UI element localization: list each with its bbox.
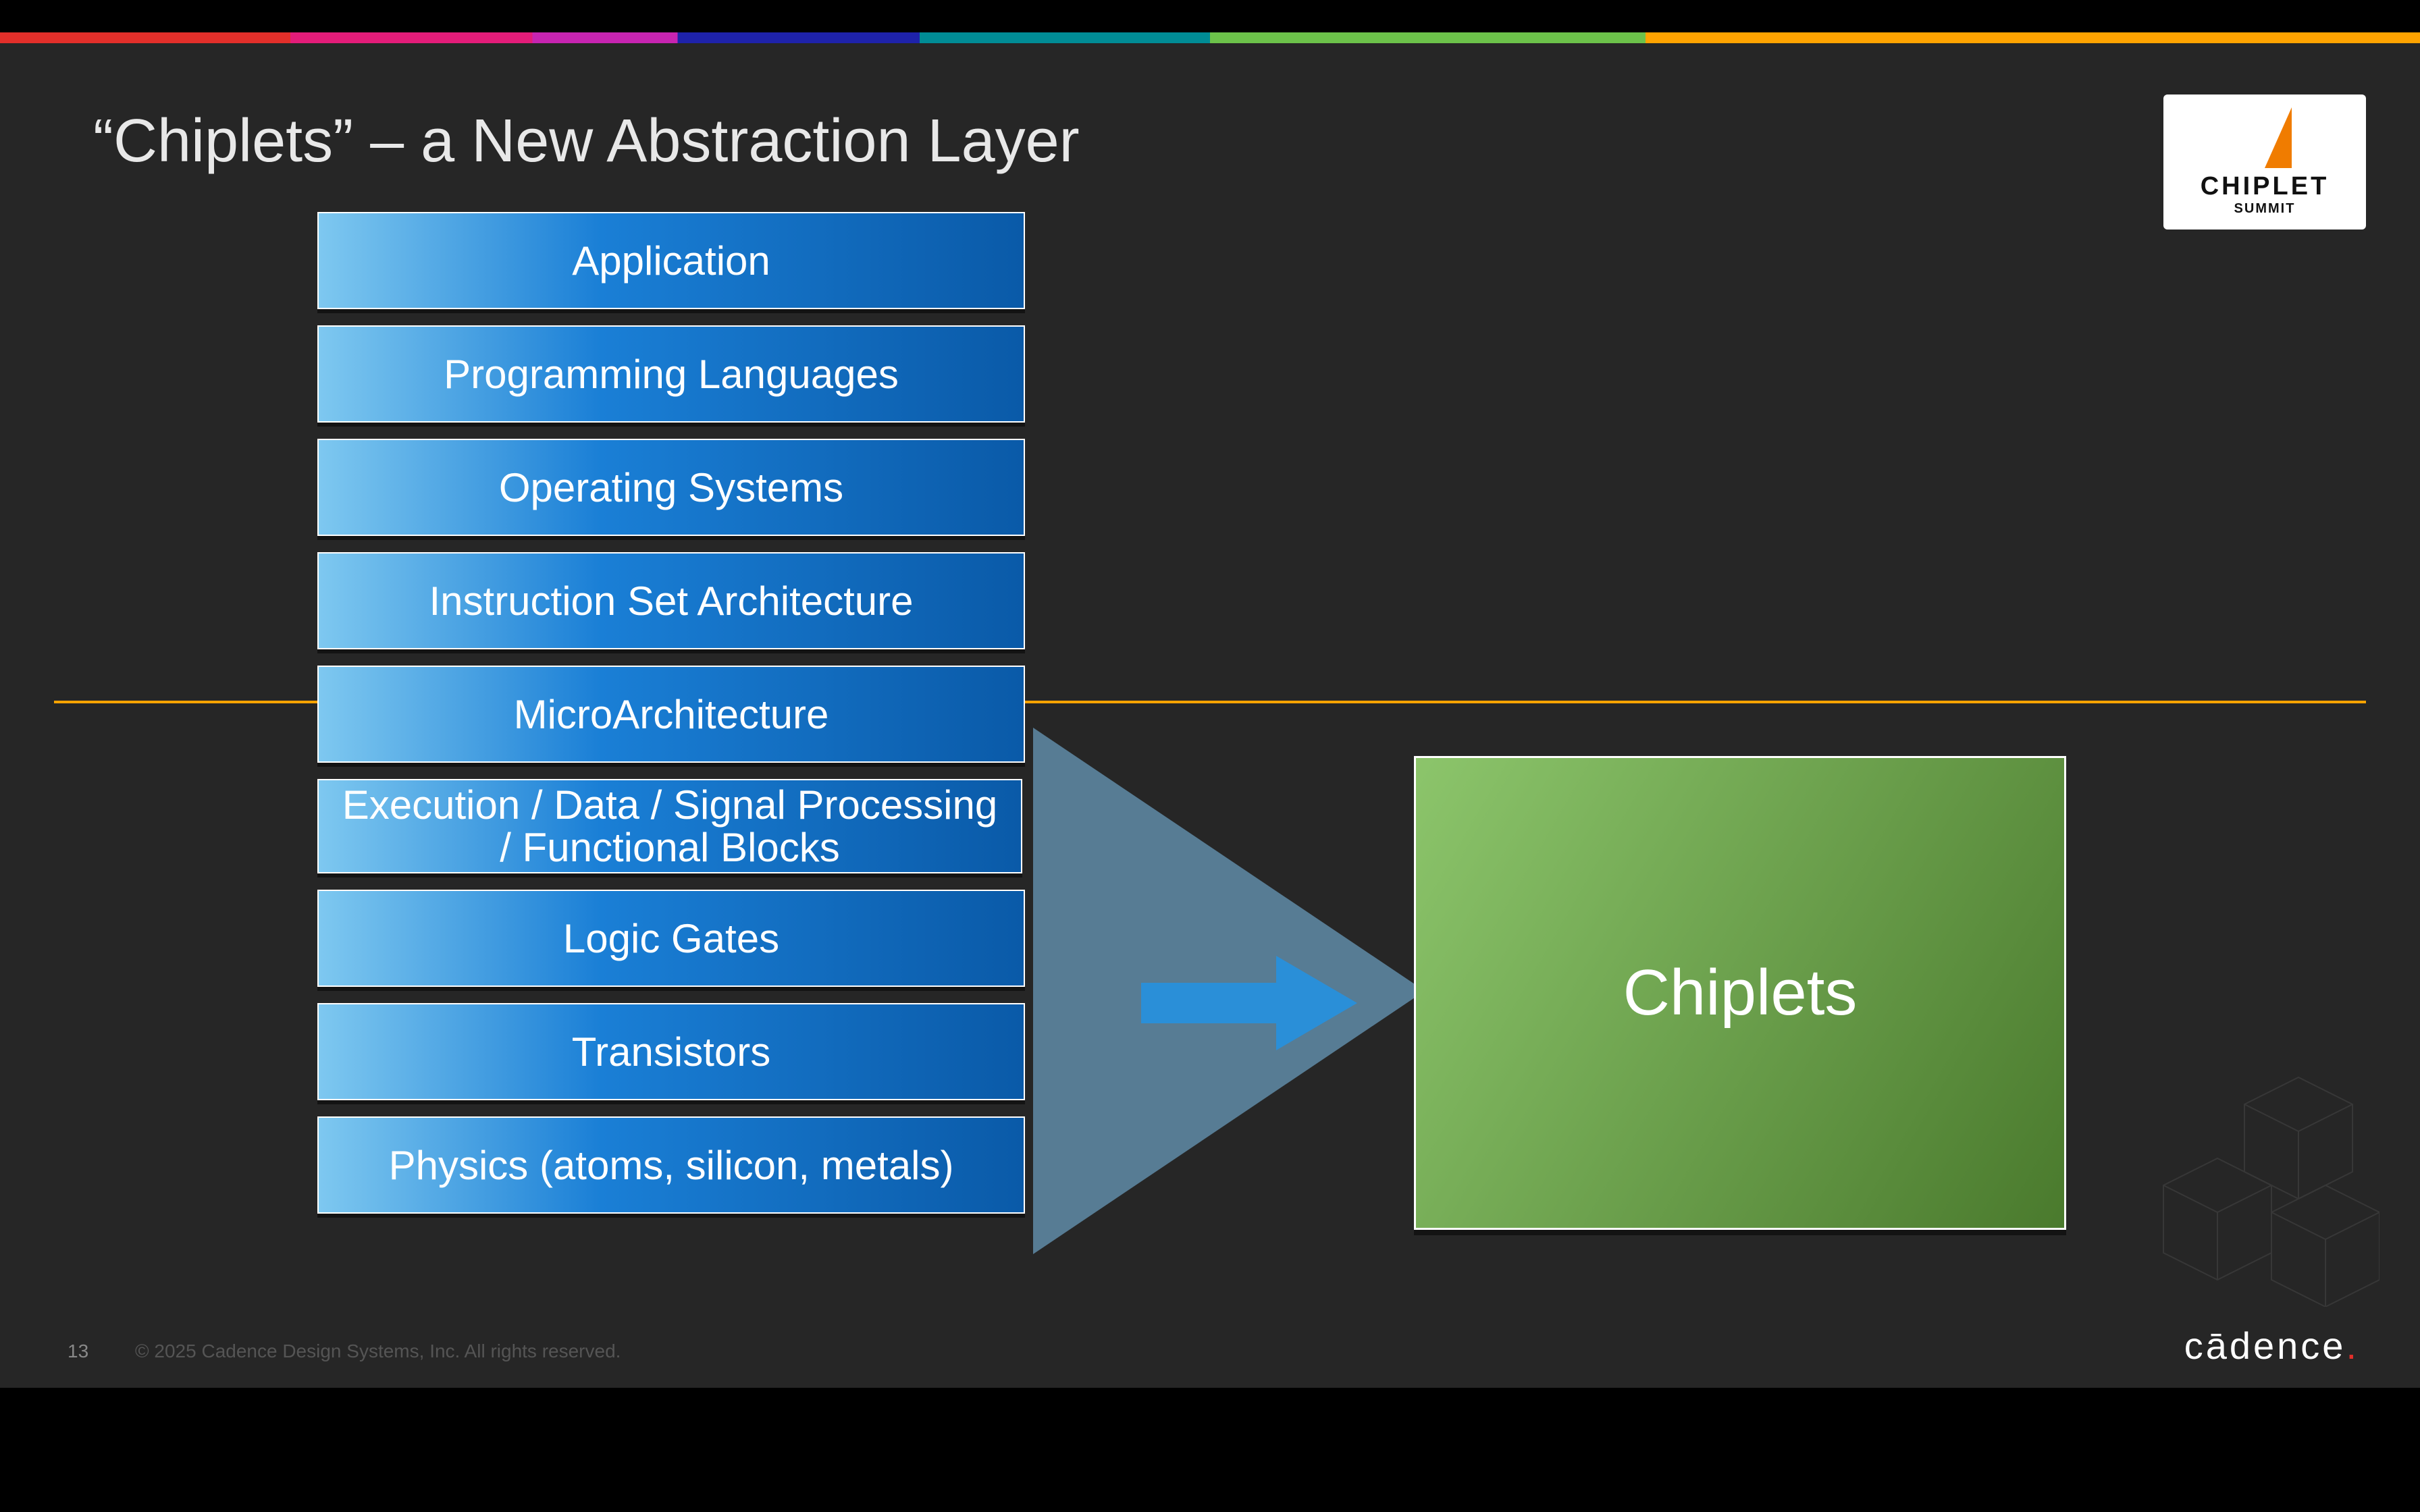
copyright-text: © 2025 Cadence Design Systems, Inc. All …: [135, 1341, 621, 1362]
layer-microarchitecture: MicroArchitecture: [317, 666, 1025, 763]
arrow-right-icon: [1141, 949, 1357, 1057]
cadence-logo-dot: .: [2346, 1324, 2359, 1367]
slide-title: “Chiplets” – a New Abstraction Layer: [93, 107, 1080, 176]
summit-logo-line1: CHIPLET: [2201, 172, 2330, 201]
layer-programming-languages: Programming Languages: [317, 325, 1025, 423]
cube-decoration-icon: [2042, 1037, 2379, 1307]
cadence-logo-text: cādence: [2184, 1324, 2346, 1367]
layer-application: Application: [317, 212, 1025, 309]
top-stripe: [0, 32, 2420, 43]
chiplet-summit-logo: CHIPLET SUMMIT: [2163, 94, 2366, 230]
chiplets-target-box: Chiplets: [1414, 756, 2066, 1230]
abstraction-stack: Application Programming Languages Operat…: [317, 212, 1022, 1214]
layer-transistors: Transistors: [317, 1003, 1025, 1100]
layer-physics: Physics (atoms, silicon, metals): [317, 1116, 1025, 1214]
layer-execution-blocks: Execution / Data / Signal Processing / F…: [317, 779, 1022, 873]
summit-logo-line2: SUMMIT: [2234, 201, 2296, 217]
layer-isa: Instruction Set Architecture: [317, 552, 1025, 649]
layer-operating-systems: Operating Systems: [317, 439, 1025, 536]
page-number: 13: [68, 1341, 88, 1362]
layer-logic-gates: Logic Gates: [317, 890, 1025, 987]
triangle-icon: [2265, 107, 2292, 168]
slide: “Chiplets” – a New Abstraction Layer CHI…: [0, 32, 2420, 1388]
cadence-logo: cādence.: [2184, 1324, 2359, 1368]
